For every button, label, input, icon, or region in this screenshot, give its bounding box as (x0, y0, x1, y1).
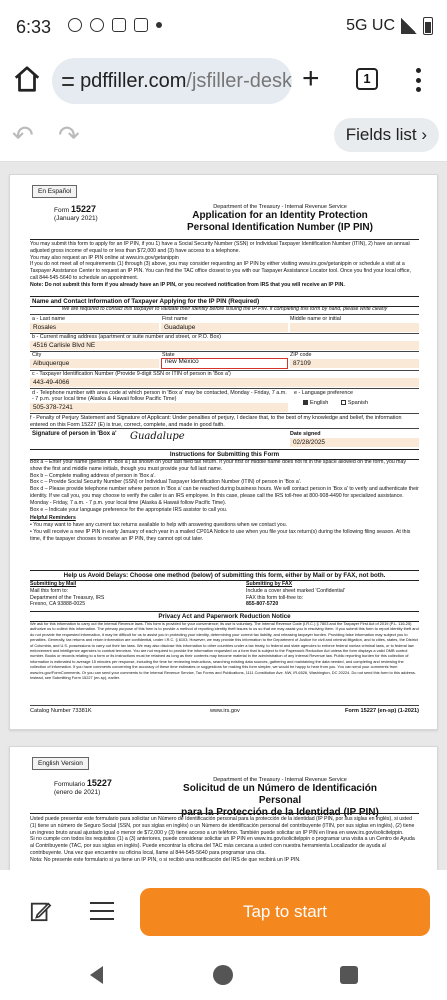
battery-icon (423, 17, 433, 35)
spanish-checkbox[interactable] (340, 400, 346, 406)
ssn-field[interactable]: 443-49-4066 (30, 378, 419, 387)
last-name-field[interactable]: Rosales (30, 323, 159, 332)
address-bar[interactable]: pdffiller.com/jsfiller-desk (52, 58, 292, 104)
ssn-label: c - Taxpayer Identification Number (Prov… (32, 371, 231, 377)
city-field[interactable]: Albuquerque (30, 359, 159, 368)
privacy-text: We ask for this information to carry out… (30, 621, 419, 681)
first-name-field[interactable]: Guadalupe (161, 323, 288, 332)
english-checkbox[interactable] (303, 400, 308, 406)
form-id: Form 15227 (January 2021) (54, 204, 98, 223)
status-right: 5G UC (346, 17, 433, 35)
form-header: Department of the Treasury - Internal Re… (187, 204, 373, 233)
middle-name-label: Middle name or initial (290, 316, 341, 322)
document-page-2: English Version Formulario 15227 (enero … (9, 746, 438, 870)
chevron-right-icon: › (421, 125, 427, 144)
middle-name-field[interactable] (290, 323, 419, 332)
submit-by-mail: Submitting by Mail Mail this form to: De… (30, 581, 105, 608)
bottom-action-bar: Tap to start (0, 870, 447, 954)
tap-to-start-button[interactable]: Tap to start (140, 888, 430, 936)
signature-image[interactable]: Guadalupe (130, 431, 185, 442)
recent-apps-icon[interactable] (340, 966, 358, 984)
tabs-button[interactable]: 1 (356, 68, 378, 90)
signature-label: Signature of person in 'Box a' (32, 431, 117, 437)
menu-list-icon[interactable] (90, 902, 114, 920)
sync-icon (68, 18, 82, 32)
zip-field[interactable]: 87109 (290, 359, 419, 368)
language-label: e - Language preference (294, 390, 354, 396)
page-footer: Catalog Number 73381K www.irs.gov Form 1… (30, 708, 419, 714)
phone-field[interactable]: 505-378-7241 (30, 403, 288, 412)
intro-text: You may submit this form to apply for an… (30, 241, 411, 288)
address-field[interactable]: 4516 Carlisle Blvd NE (30, 341, 419, 350)
notification-icons (68, 18, 162, 32)
document-page-1: En Español Form 15227 (January 2021) Dep… (9, 174, 438, 730)
back-icon[interactable] (90, 966, 103, 984)
first-name-label: First name (162, 316, 188, 322)
date-signed-field[interactable]: 02/28/2025 (290, 438, 419, 447)
language-options: English Spanish (300, 399, 410, 408)
language-toggle-button[interactable]: En Español (32, 185, 78, 198)
site-settings-icon[interactable] (62, 70, 75, 92)
fields-list-button[interactable]: Fields list › (333, 118, 439, 152)
perjury-statement: f - Penalty of Perjury Statement and Sig… (30, 415, 402, 428)
last-name-label: a - Last name (32, 316, 65, 322)
city-label: City (32, 352, 42, 358)
status-bar: 6:33 5G UC (0, 0, 447, 52)
submit-options-title: Help us Avoid Delays: Choose one method … (30, 570, 419, 581)
menu-icon[interactable] (416, 68, 422, 92)
address-label: b - Current mailing address (apartment o… (32, 334, 221, 340)
divider (30, 813, 419, 814)
state-field[interactable]: new Mexico (161, 358, 288, 369)
language-toggle-button[interactable]: English Version (32, 757, 89, 770)
date-signed-label: Date signed (290, 431, 321, 437)
divider (30, 239, 419, 240)
home-icon[interactable] (12, 64, 42, 94)
instructions-text: Box a – Enter your name (person in 'Box … (30, 459, 419, 542)
signal-icon (401, 18, 417, 34)
system-nav-bar (0, 954, 447, 1000)
editor-toolbar: ↶ ↷ Fields list › (0, 108, 447, 162)
lock-icon (112, 18, 126, 32)
home-circle-icon[interactable] (213, 965, 233, 985)
form-id: Formulario 15227 (enero de 2021) (54, 778, 112, 797)
lock-icon (134, 18, 148, 32)
new-tab-icon[interactable]: + (302, 64, 320, 94)
network-label: 5G UC (346, 17, 395, 34)
redo-icon[interactable]: ↷ (58, 122, 80, 148)
zip-label: ZIP code (290, 352, 312, 358)
dot-icon (156, 22, 162, 28)
phone-label: d - Telephone number with area code at w… (32, 390, 287, 402)
submit-by-fax: Submitting by FAX Include a cover sheet … (246, 581, 345, 608)
intro-text: Usted puede presentar este formulario pa… (30, 816, 415, 863)
url-text: pdffiller.com/jsfiller-desk (80, 69, 292, 92)
undo-icon[interactable]: ↶ (12, 122, 34, 148)
verify-note: We are required to contact this taxpayer… (61, 306, 388, 312)
browser-toolbar: pdffiller.com/jsfiller-desk + 1 (0, 52, 447, 108)
status-time: 6:33 (16, 17, 52, 37)
shield-icon (90, 18, 104, 32)
document-viewer[interactable]: En Español Form 15227 (January 2021) Dep… (0, 162, 447, 870)
edit-icon[interactable] (30, 900, 52, 922)
